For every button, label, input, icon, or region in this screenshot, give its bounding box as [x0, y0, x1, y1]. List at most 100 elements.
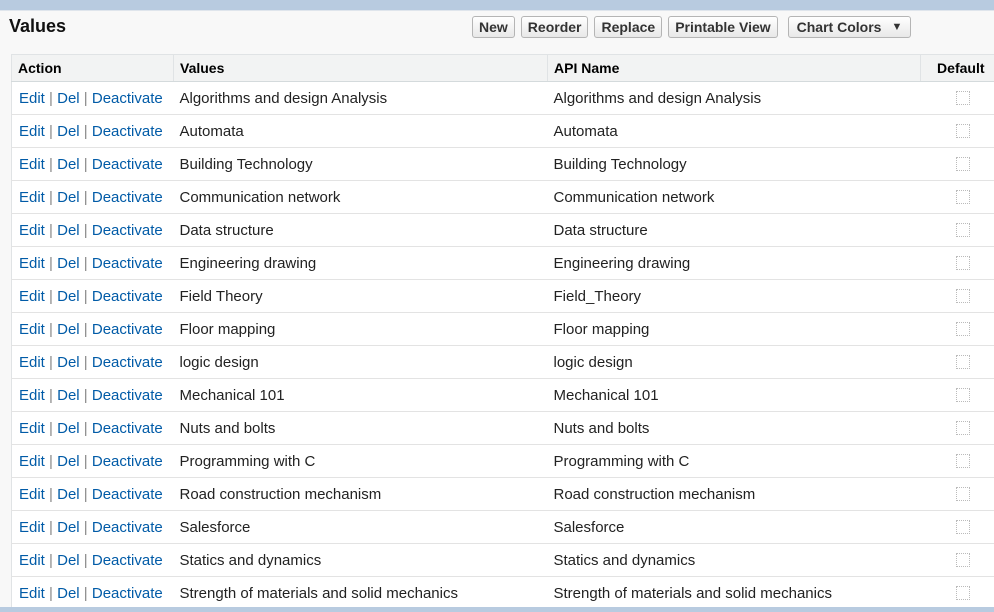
api-name-cell: logic design	[547, 345, 921, 379]
table-row: Edit | Del | Deactivate Mechanical 101 Mec…	[11, 378, 994, 412]
default-cell	[920, 378, 994, 412]
value-cell: Building Technology	[173, 147, 548, 181]
action-separator: |	[49, 419, 53, 437]
table-row: Edit | Del | Deactivate Building Technolo…	[11, 147, 994, 181]
table-row: Edit | Del | Deactivate Engineering drawi…	[11, 246, 994, 280]
default-cell	[920, 114, 994, 148]
deactivate-link[interactable]: Deactivate	[92, 552, 163, 569]
del-link[interactable]: Del	[57, 453, 80, 470]
edit-link[interactable]: Edit	[19, 156, 45, 173]
action-cell: Edit | Del | Deactivate	[11, 576, 174, 608]
default-cell	[920, 279, 994, 313]
action-cell: Edit | Del | Deactivate	[11, 147, 174, 181]
deactivate-link[interactable]: Deactivate	[92, 189, 163, 206]
replace-button[interactable]: Replace	[594, 16, 663, 38]
values-toolbar: New Reorder Replace Printable View Chart…	[472, 16, 912, 38]
deactivate-link[interactable]: Deactivate	[92, 288, 163, 305]
del-link[interactable]: Del	[57, 222, 80, 239]
edit-link[interactable]: Edit	[19, 519, 45, 536]
action-separator: |	[49, 452, 53, 470]
table-row: Edit | Del | Deactivate Nuts and bolts Nut…	[11, 411, 994, 445]
value-cell: Programming with C	[173, 444, 548, 478]
deactivate-link[interactable]: Deactivate	[92, 519, 163, 536]
edit-link[interactable]: Edit	[19, 552, 45, 569]
api-name-cell: Road construction mechanism	[547, 477, 921, 511]
default-cell	[920, 543, 994, 577]
del-link[interactable]: Del	[57, 321, 80, 338]
value-cell: Nuts and bolts	[173, 411, 548, 445]
action-cell: Edit | Del | Deactivate	[11, 213, 174, 247]
deactivate-link[interactable]: Deactivate	[92, 387, 163, 404]
del-link[interactable]: Del	[57, 288, 80, 305]
action-cell: Edit | Del | Deactivate	[11, 180, 174, 214]
deactivate-link[interactable]: Deactivate	[92, 420, 163, 437]
reorder-button[interactable]: Reorder	[520, 16, 589, 38]
del-link[interactable]: Del	[57, 90, 80, 107]
action-separator: |	[49, 320, 53, 338]
edit-link[interactable]: Edit	[19, 189, 45, 206]
deactivate-link[interactable]: Deactivate	[92, 321, 163, 338]
deactivate-link[interactable]: Deactivate	[92, 123, 163, 140]
action-separator: |	[83, 353, 88, 371]
default-cell	[920, 213, 994, 247]
value-cell: Algorithms and design Analysis	[173, 81, 548, 115]
del-link[interactable]: Del	[57, 354, 80, 371]
edit-link[interactable]: Edit	[19, 486, 45, 503]
api-name-cell: Algorithms and design Analysis	[547, 81, 921, 115]
bottom-banner-strip	[0, 607, 994, 612]
action-separator: |	[49, 122, 53, 140]
del-link[interactable]: Del	[57, 255, 80, 272]
action-cell: Edit | Del | Deactivate	[11, 411, 174, 445]
value-cell: Statics and dynamics	[173, 543, 548, 577]
edit-link[interactable]: Edit	[19, 387, 45, 404]
edit-link[interactable]: Edit	[19, 585, 45, 602]
edit-link[interactable]: Edit	[19, 453, 45, 470]
del-link[interactable]: Del	[57, 519, 80, 536]
del-link[interactable]: Del	[57, 420, 80, 437]
default-cell	[920, 411, 994, 445]
action-separator: |	[83, 221, 88, 239]
action-separator: |	[83, 254, 88, 272]
chart-colors-dropdown[interactable]: Chart Colors ▼	[787, 16, 912, 38]
deactivate-link[interactable]: Deactivate	[92, 486, 163, 503]
default-cell	[920, 180, 994, 214]
column-header-action: Action	[11, 54, 174, 82]
edit-link[interactable]: Edit	[19, 123, 45, 140]
printable-view-button[interactable]: Printable View	[668, 16, 778, 38]
del-link[interactable]: Del	[57, 189, 80, 206]
edit-link[interactable]: Edit	[19, 354, 45, 371]
default-cell	[920, 477, 994, 511]
deactivate-link[interactable]: Deactivate	[92, 255, 163, 272]
action-cell: Edit | Del | Deactivate	[11, 378, 174, 412]
deactivate-link[interactable]: Deactivate	[92, 453, 163, 470]
del-link[interactable]: Del	[57, 486, 80, 503]
value-cell: Road construction mechanism	[173, 477, 548, 511]
del-link[interactable]: Del	[57, 123, 80, 140]
edit-link[interactable]: Edit	[19, 321, 45, 338]
edit-link[interactable]: Edit	[19, 90, 45, 107]
new-button[interactable]: New	[472, 16, 515, 38]
action-separator: |	[83, 386, 88, 404]
del-link[interactable]: Del	[57, 552, 80, 569]
api-name-cell: Communication network	[547, 180, 921, 214]
del-link[interactable]: Del	[57, 156, 80, 173]
default-checkbox	[955, 454, 970, 468]
edit-link[interactable]: Edit	[19, 255, 45, 272]
deactivate-link[interactable]: Deactivate	[92, 222, 163, 239]
deactivate-link[interactable]: Deactivate	[92, 354, 163, 371]
value-cell: Automata	[173, 114, 548, 148]
action-separator: |	[49, 518, 53, 536]
edit-link[interactable]: Edit	[19, 288, 45, 305]
action-cell: Edit | Del | Deactivate	[11, 312, 174, 346]
default-checkbox	[955, 223, 970, 237]
deactivate-link[interactable]: Deactivate	[92, 90, 163, 107]
deactivate-link[interactable]: Deactivate	[92, 156, 163, 173]
edit-link[interactable]: Edit	[19, 420, 45, 437]
del-link[interactable]: Del	[57, 387, 80, 404]
api-name-cell: Salesforce	[547, 510, 921, 544]
deactivate-link[interactable]: Deactivate	[92, 585, 163, 602]
action-separator: |	[83, 518, 88, 536]
del-link[interactable]: Del	[57, 585, 80, 602]
action-separator: |	[49, 485, 53, 503]
edit-link[interactable]: Edit	[19, 222, 45, 239]
